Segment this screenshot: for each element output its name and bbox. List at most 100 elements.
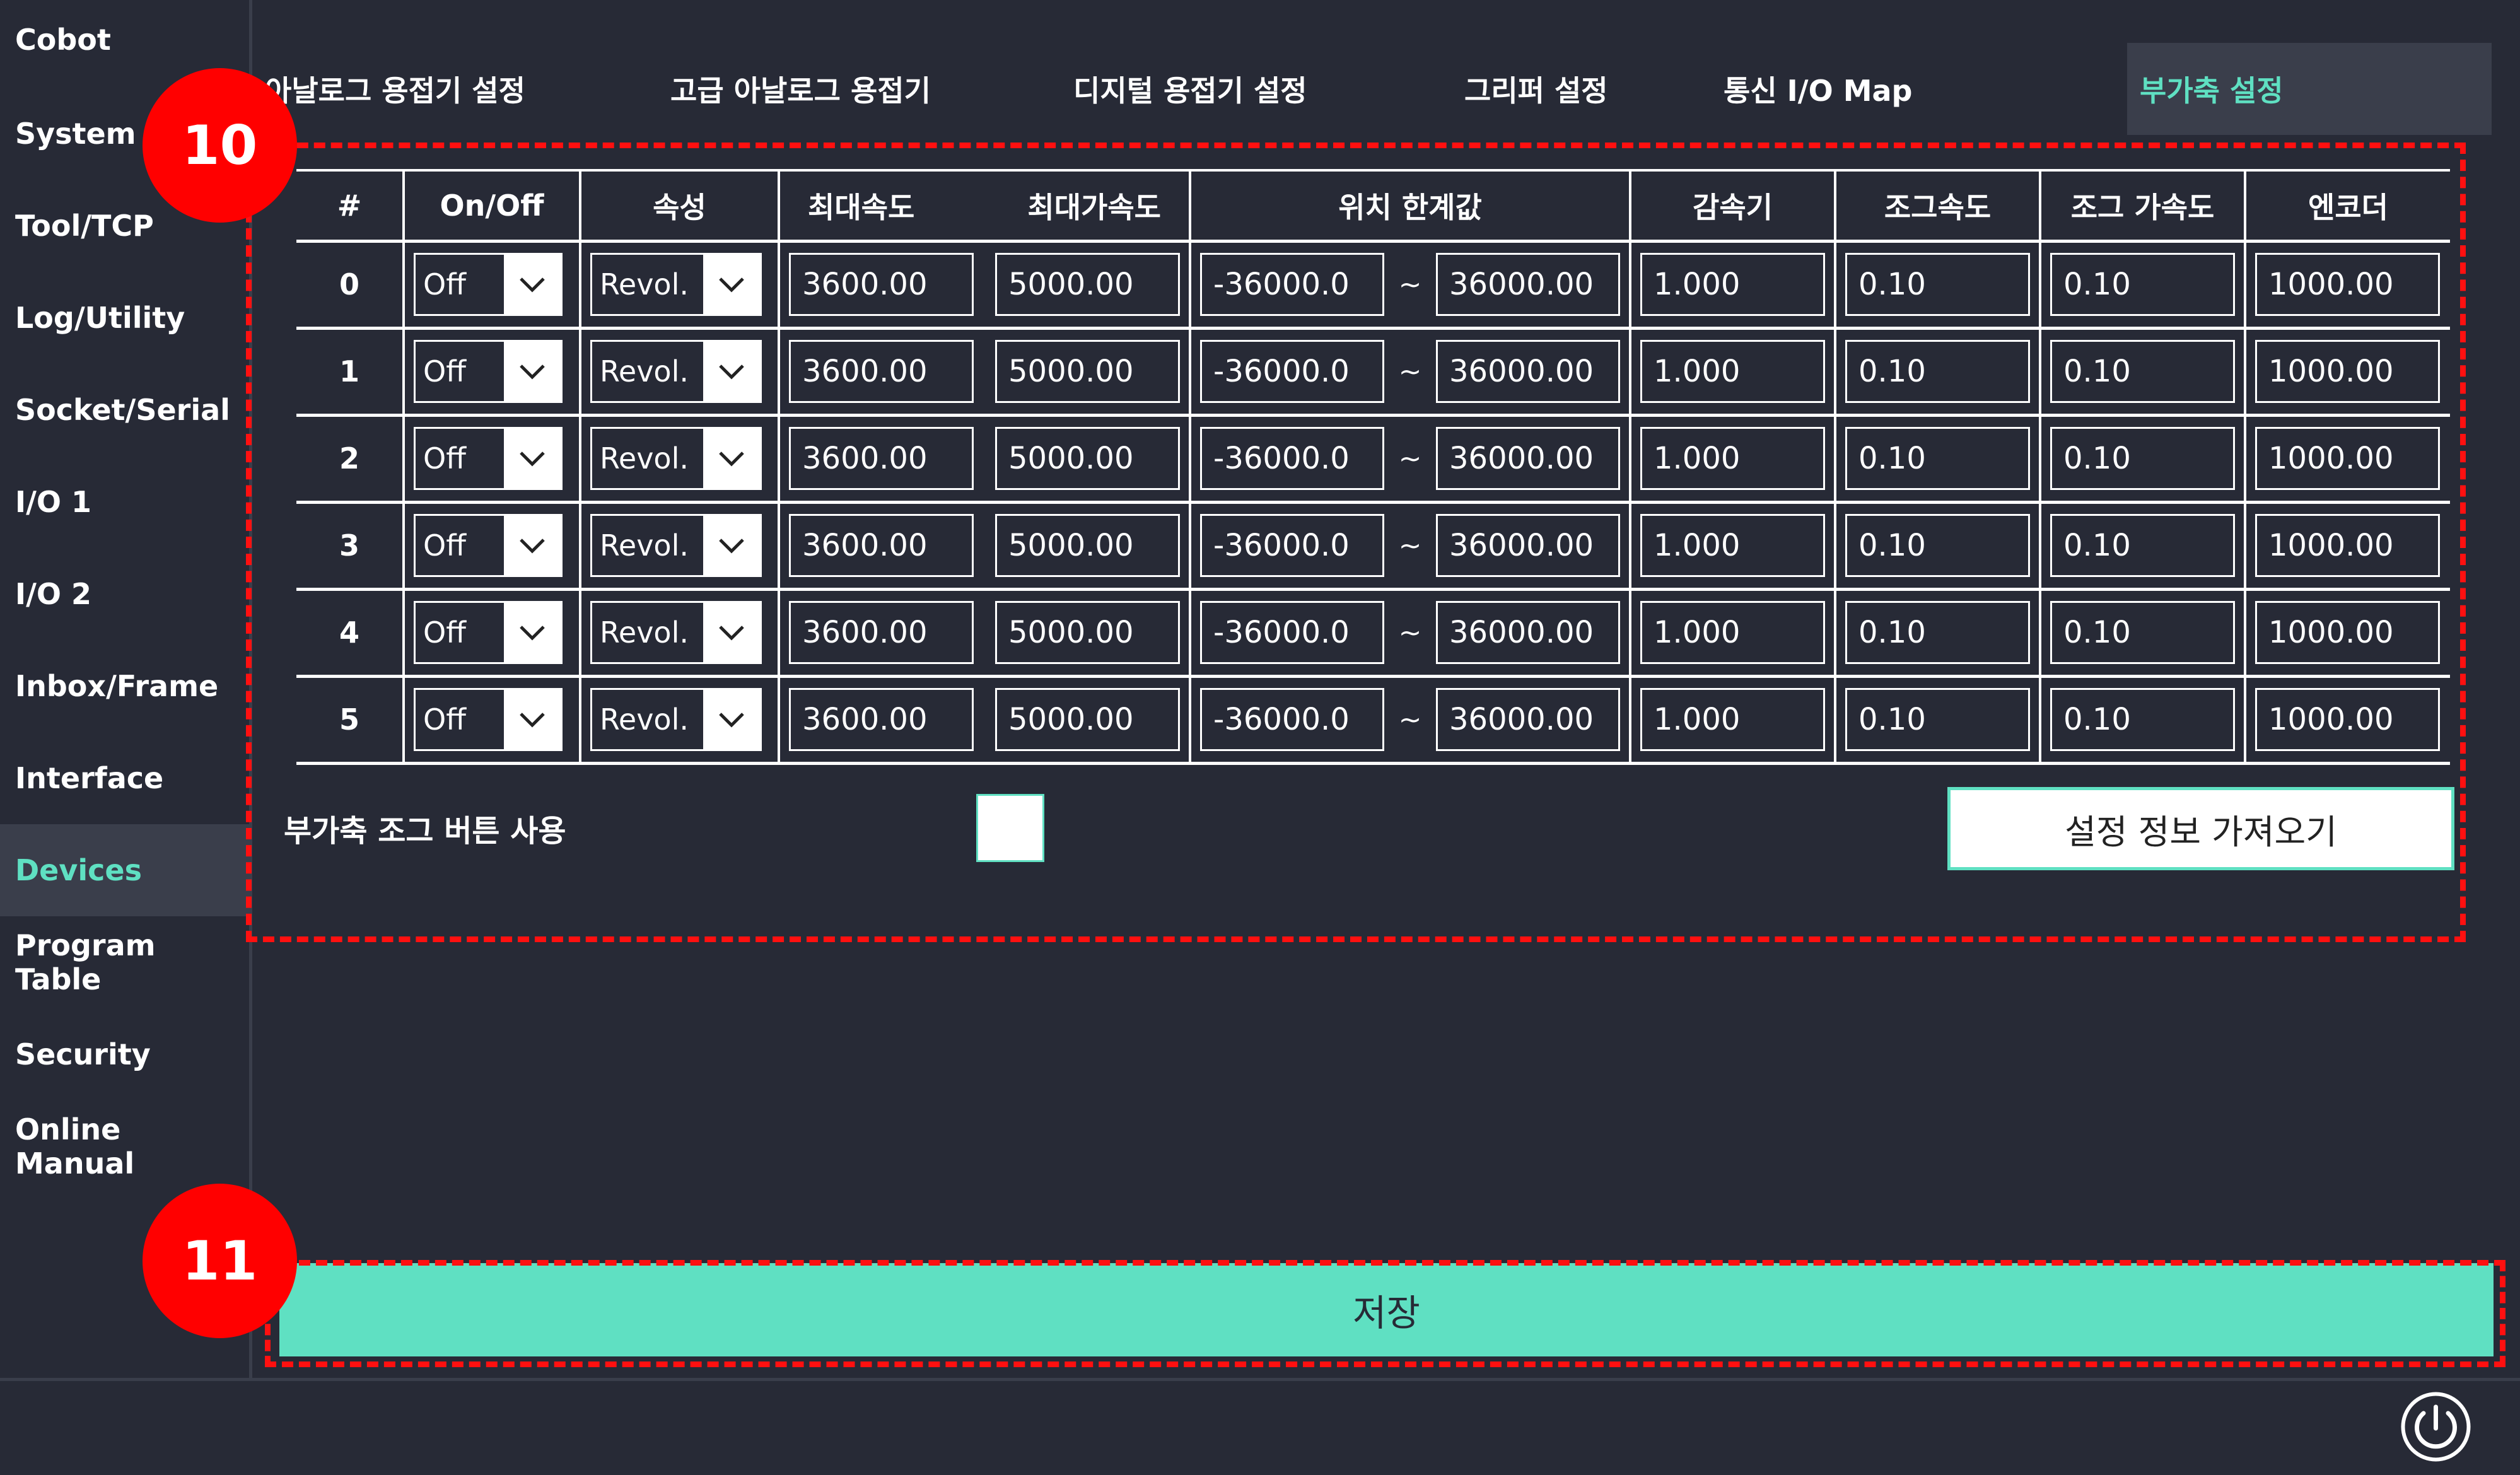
position-max-input[interactable]: 36000.00 <box>1436 427 1620 490</box>
power-icon[interactable] <box>2400 1390 2472 1463</box>
encoder-input[interactable]: 1000.00 <box>2255 340 2440 403</box>
position-min-input[interactable]: -36000.0 <box>1200 601 1384 664</box>
position-min-input[interactable]: -36000.0 <box>1200 253 1384 316</box>
max-speed-input[interactable]: 3600.00 <box>789 601 974 664</box>
chevron-down-icon[interactable] <box>703 603 760 662</box>
reducer-input[interactable]: 1.000 <box>1640 688 1825 751</box>
onoff-dropdown[interactable]: Off <box>414 427 563 490</box>
sidebar-item-socket-serial[interactable]: Socket/Serial <box>0 364 249 456</box>
tab-external-axis[interactable]: 부가축 설정 <box>2127 43 2492 135</box>
jog-speed-input[interactable]: 0.10 <box>1845 340 2030 403</box>
position-min-input[interactable]: -36000.0 <box>1200 427 1384 490</box>
chevron-down-icon[interactable] <box>504 603 561 662</box>
position-limit-cell: -36000.0 ~ 36000.00 <box>1190 328 1631 417</box>
chevron-down-icon[interactable] <box>504 429 561 488</box>
chevron-down-icon[interactable] <box>703 429 760 488</box>
max-accel-input[interactable]: 5000.00 <box>995 427 1180 490</box>
onoff-dropdown[interactable]: Off <box>414 514 563 577</box>
jog-accel-input[interactable]: 0.10 <box>2050 688 2235 751</box>
chevron-down-icon[interactable] <box>504 342 561 401</box>
chevron-down-icon[interactable] <box>703 690 760 749</box>
attribute-dropdown[interactable]: Revol. <box>590 601 762 664</box>
max-speed-input[interactable]: 3600.00 <box>789 688 974 751</box>
sidebar-item-devices[interactable]: Devices <box>0 824 249 916</box>
max-speed-input[interactable]: 3600.00 <box>789 340 974 403</box>
sidebar-item-log-utility[interactable]: Log/Utility <box>0 272 249 364</box>
chevron-down-icon[interactable] <box>504 255 561 314</box>
fetch-settings-button[interactable]: 설정 정보 가져오기 <box>1947 787 2454 870</box>
col-header-attribute: 속성 <box>580 169 780 243</box>
jog-accel-input[interactable]: 0.10 <box>2050 253 2235 316</box>
tab-analog-welder[interactable]: 아날로그 용접기 설정 <box>265 43 525 135</box>
reducer-input[interactable]: 1.000 <box>1640 340 1825 403</box>
encoder-input[interactable]: 1000.00 <box>2255 514 2440 577</box>
reducer-input[interactable]: 1.000 <box>1640 253 1825 316</box>
sidebar-item-io2[interactable]: I/O 2 <box>0 548 249 640</box>
tab-comm-io-map[interactable]: 통신 I/O Map <box>1724 43 1912 135</box>
chevron-down-icon[interactable] <box>703 342 760 401</box>
sidebar-item-program-table[interactable]: Program Table <box>0 916 249 1008</box>
encoder-input[interactable]: 1000.00 <box>2255 253 2440 316</box>
annotation-badge-10: 10 <box>143 68 297 223</box>
position-limit-cell: -36000.0 ~ 36000.00 <box>1190 589 1631 678</box>
attribute-value: Revol. <box>592 690 703 749</box>
sidebar-item-online-manual[interactable]: Online Manual <box>0 1100 249 1192</box>
position-min-input[interactable]: -36000.0 <box>1200 688 1384 751</box>
tab-advanced-analog-welder[interactable]: 고급 아날로그 용접기 <box>670 43 931 135</box>
chevron-down-icon[interactable] <box>703 516 760 575</box>
save-button[interactable]: 저장 <box>279 1263 2494 1356</box>
tab-gripper[interactable]: 그리퍼 설정 <box>1464 43 1608 135</box>
position-max-input[interactable]: 36000.00 <box>1436 340 1620 403</box>
onoff-dropdown[interactable]: Off <box>414 340 563 403</box>
sidebar-item-security[interactable]: Security <box>0 1008 249 1100</box>
attribute-dropdown[interactable]: Revol. <box>590 340 762 403</box>
jog-accel-input[interactable]: 0.10 <box>2050 514 2235 577</box>
attribute-dropdown[interactable]: Revol. <box>590 514 762 577</box>
position-max-input[interactable]: 36000.00 <box>1436 688 1620 751</box>
onoff-dropdown[interactable]: Off <box>414 253 563 316</box>
encoder-input[interactable]: 1000.00 <box>2255 427 2440 490</box>
attribute-dropdown[interactable]: Revol. <box>590 427 762 490</box>
max-accel-input[interactable]: 5000.00 <box>995 340 1180 403</box>
sidebar-item-interface[interactable]: Interface <box>0 732 249 824</box>
sidebar-item-io1[interactable]: I/O 1 <box>0 456 249 548</box>
jog-speed-input[interactable]: 0.10 <box>1845 253 2030 316</box>
jog-speed-input[interactable]: 0.10 <box>1845 601 2030 664</box>
reducer-input[interactable]: 1.000 <box>1640 601 1825 664</box>
onoff-dropdown[interactable]: Off <box>414 688 563 751</box>
onoff-dropdown[interactable]: Off <box>414 601 563 664</box>
sidebar-item-inbox-frame[interactable]: Inbox/Frame <box>0 640 249 732</box>
position-min-input[interactable]: -36000.0 <box>1200 514 1384 577</box>
max-accel-input[interactable]: 5000.00 <box>995 688 1180 751</box>
max-accel-input[interactable]: 5000.00 <box>995 253 1180 316</box>
reducer-input[interactable]: 1.000 <box>1640 514 1825 577</box>
reducer-input[interactable]: 1.000 <box>1640 427 1825 490</box>
tab-digital-welder[interactable]: 디지털 용접기 설정 <box>1073 43 1307 135</box>
encoder-input[interactable]: 1000.00 <box>2255 601 2440 664</box>
position-max-input[interactable]: 36000.00 <box>1436 514 1620 577</box>
chevron-down-icon[interactable] <box>504 690 561 749</box>
max-speed-input[interactable]: 3600.00 <box>789 253 974 316</box>
jog-speed-input[interactable]: 0.10 <box>1845 427 2030 490</box>
max-accel-input[interactable]: 5000.00 <box>995 514 1180 577</box>
jog-accel-input[interactable]: 0.10 <box>2050 601 2235 664</box>
max-accel-input[interactable]: 5000.00 <box>995 601 1180 664</box>
max-speed-input[interactable]: 3600.00 <box>789 427 974 490</box>
encoder-input[interactable]: 1000.00 <box>2255 688 2440 751</box>
max-speed-input[interactable]: 3600.00 <box>789 514 974 577</box>
jog-accel-input[interactable]: 0.10 <box>2050 340 2235 403</box>
attribute-dropdown[interactable]: Revol. <box>590 688 762 751</box>
chevron-down-icon[interactable] <box>703 255 760 314</box>
position-min-input[interactable]: -36000.0 <box>1200 340 1384 403</box>
chevron-down-icon[interactable] <box>504 516 561 575</box>
position-max-input[interactable]: 36000.00 <box>1436 253 1620 316</box>
jog-button-checkbox[interactable] <box>976 794 1044 862</box>
position-max-input[interactable]: 36000.00 <box>1436 601 1620 664</box>
jog-speed-input[interactable]: 0.10 <box>1845 688 2030 751</box>
jog-speed-input[interactable]: 0.10 <box>1845 514 2030 577</box>
jog-button-option-label: 부가축 조그 버튼 사용 <box>284 813 566 849</box>
attribute-dropdown[interactable]: Revol. <box>590 253 762 316</box>
attribute-value: Revol. <box>592 342 703 401</box>
position-limit-cell: -36000.0 ~ 36000.00 <box>1190 241 1631 330</box>
jog-accel-input[interactable]: 0.10 <box>2050 427 2235 490</box>
